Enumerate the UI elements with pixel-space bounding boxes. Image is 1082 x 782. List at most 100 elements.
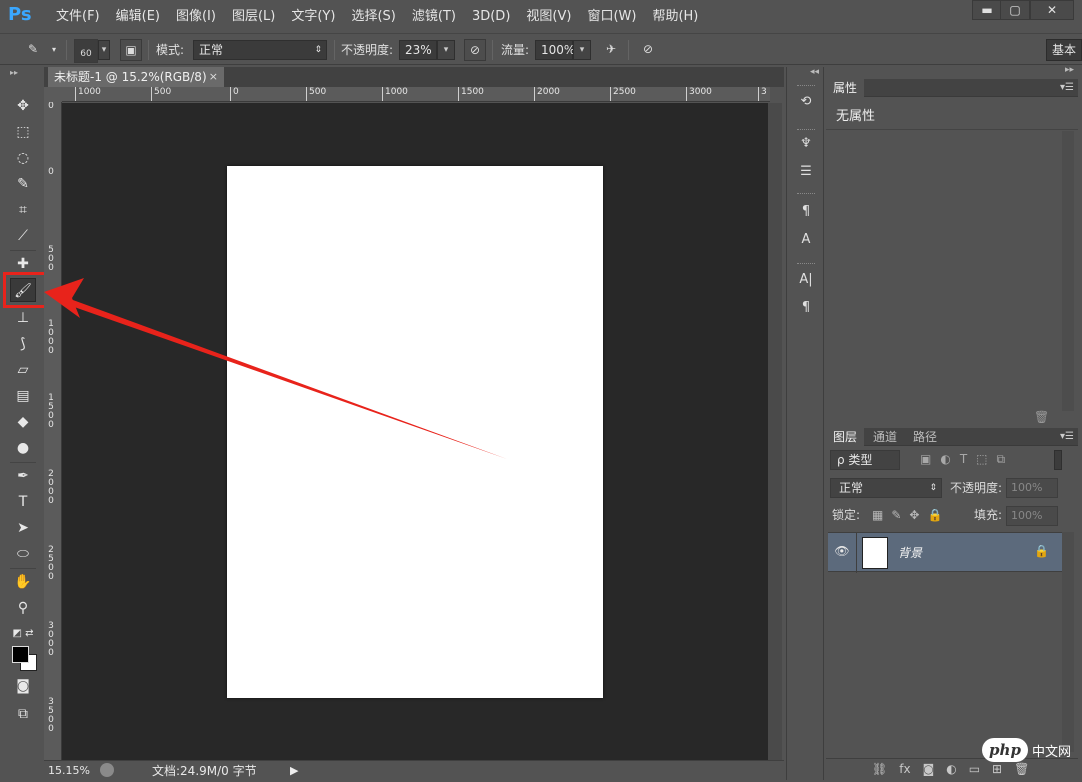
new-layer-icon[interactable]: ⊞: [992, 762, 1002, 776]
pressure-opacity-icon[interactable]: ⊘: [464, 39, 486, 61]
tab-properties[interactable]: 属性: [826, 79, 865, 97]
menu-filter[interactable]: 滤镜(T): [404, 8, 464, 26]
opacity-dropdown-icon[interactable]: ▾: [437, 40, 455, 60]
lock-position-icon[interactable]: ✥: [909, 508, 919, 522]
move-tool-icon[interactable]: ✥: [10, 94, 36, 118]
menu-image[interactable]: 图像(I): [168, 8, 224, 26]
maximize-button[interactable]: ▢: [1000, 0, 1030, 20]
lasso-tool-icon[interactable]: ◌: [10, 146, 36, 170]
stamp-tool-icon[interactable]: ⊥: [10, 306, 36, 330]
eraser-tool-icon[interactable]: ▱: [10, 358, 36, 382]
filter-toggle[interactable]: [1054, 450, 1062, 470]
menu-view[interactable]: 视图(V): [518, 8, 579, 26]
quick-mask-icon[interactable]: ◙: [10, 674, 36, 698]
layer-opacity-input[interactable]: 100%: [1006, 478, 1058, 498]
pen-tool-icon[interactable]: ✒: [10, 464, 36, 488]
paragraph-styles-panel-icon[interactable]: ¶: [795, 201, 817, 223]
document-tab[interactable]: 未标题-1 @ 15.2%(RGB/8) ×: [48, 67, 224, 87]
lock-image-icon[interactable]: ✎: [891, 508, 901, 522]
workspace-button[interactable]: 基本: [1046, 39, 1082, 61]
screen-mode-icon[interactable]: ⧉: [10, 702, 36, 726]
shape-tool-icon[interactable]: ⬭: [10, 542, 36, 566]
brush-presets-panel-icon[interactable]: ☰: [795, 161, 817, 183]
expand-panels-icon[interactable]: ▸▸: [1065, 65, 1074, 75]
tab-channels[interactable]: 通道: [866, 428, 904, 446]
menu-file[interactable]: 文件(F): [48, 8, 108, 26]
new-group-icon[interactable]: ▭: [969, 762, 980, 776]
pixel-filter-icon[interactable]: ▣: [920, 452, 931, 467]
ruler-origin[interactable]: [44, 87, 62, 102]
trash-icon[interactable]: 🗑: [1034, 410, 1049, 424]
menu-select[interactable]: 选择(S): [343, 8, 403, 26]
gradient-tool-icon[interactable]: ▤: [10, 384, 36, 408]
menu-layer[interactable]: 图层(L): [224, 8, 283, 26]
color-swatches[interactable]: [10, 642, 37, 674]
mode-select[interactable]: 正常 ⇕: [193, 40, 327, 60]
menu-edit[interactable]: 编辑(E): [108, 8, 168, 26]
add-mask-icon[interactable]: ◙: [923, 762, 935, 776]
horizontal-ruler[interactable]: 1000 500 0 500 1000 1500 2000 2500 3000 …: [62, 87, 770, 102]
close-button[interactable]: ✕: [1030, 0, 1074, 20]
marquee-tool-icon[interactable]: ⬚: [10, 120, 36, 144]
menu-3d[interactable]: 3D(D): [464, 8, 518, 26]
brush-size-dropdown-icon[interactable]: ▾: [98, 40, 110, 60]
brush-panel-toggle-icon[interactable]: ▣: [120, 39, 142, 61]
flow-dropdown-icon[interactable]: ▾: [573, 40, 591, 60]
history-brush-tool-icon[interactable]: ⟆: [10, 332, 36, 356]
pressure-size-icon[interactable]: ⊘: [637, 39, 659, 61]
layers-scrollbar[interactable]: [1062, 532, 1074, 752]
canvas-scrollbar[interactable]: [768, 103, 782, 760]
flow-input[interactable]: 100%: [535, 40, 575, 60]
toolbar-collapse-icon[interactable]: ▸▸: [10, 68, 18, 77]
zoom-level[interactable]: 15.15%: [48, 763, 92, 779]
status-info-icon[interactable]: [100, 763, 114, 777]
type-tool-icon[interactable]: T: [10, 490, 36, 514]
history-panel-icon[interactable]: ⟲: [795, 91, 817, 113]
tab-layers[interactable]: 图层: [826, 428, 865, 446]
layer-thumbnail[interactable]: [862, 537, 888, 569]
opacity-input[interactable]: 23%: [399, 40, 437, 60]
document-canvas[interactable]: [227, 166, 603, 698]
layer-row[interactable]: 👁 背景 🔒: [828, 532, 1062, 573]
lock-all-icon[interactable]: 🔒: [927, 508, 942, 522]
paragraph-panel-icon[interactable]: ¶: [795, 297, 817, 319]
tab-paths[interactable]: 路径: [906, 428, 944, 446]
blend-mode-select[interactable]: 正常 ⇕: [830, 478, 942, 498]
character-styles-panel-icon[interactable]: A: [795, 229, 817, 251]
menu-window[interactable]: 窗口(W): [579, 8, 644, 26]
adjustment-layer-icon[interactable]: ◐: [946, 762, 956, 776]
lock-transparent-icon[interactable]: ▦: [872, 508, 883, 522]
properties-scrollbar[interactable]: [1062, 131, 1074, 411]
layer-filter-select[interactable]: ρ 类型: [830, 450, 900, 470]
menu-type[interactable]: 文字(Y): [283, 8, 343, 26]
panel-menu-icon[interactable]: ▾☰: [1060, 79, 1074, 97]
character-panel-icon[interactable]: A|: [795, 269, 817, 291]
preset-dropdown-icon[interactable]: ▾: [52, 40, 56, 60]
adjustment-filter-icon[interactable]: ◐: [940, 452, 950, 467]
visibility-eye-icon[interactable]: 👁: [834, 544, 850, 560]
hand-tool-icon[interactable]: ✋: [10, 570, 36, 594]
layer-name[interactable]: 背景: [898, 544, 922, 561]
brush-size-picker[interactable]: 60: [74, 39, 98, 63]
layer-style-icon[interactable]: fx: [899, 762, 910, 776]
panel-menu-icon[interactable]: ▾☰: [1060, 428, 1074, 446]
brush-preset-icon[interactable]: ✎: [22, 39, 44, 61]
quick-select-tool-icon[interactable]: ✎: [10, 172, 36, 196]
smart-object-filter-icon[interactable]: ⧉: [997, 452, 1006, 467]
eyedropper-tool-icon[interactable]: ⟋: [10, 224, 36, 248]
close-tab-icon[interactable]: ×: [209, 67, 218, 87]
brush-panel-icon[interactable]: ♆: [795, 133, 817, 155]
crop-tool-icon[interactable]: ⌗: [10, 198, 36, 222]
type-filter-icon[interactable]: T: [960, 452, 967, 467]
link-layers-icon[interactable]: ⛓: [872, 762, 887, 776]
status-menu-arrow-icon[interactable]: ▶: [290, 763, 298, 779]
airbrush-icon[interactable]: ✈: [600, 39, 622, 61]
foreground-color-swatch[interactable]: [12, 646, 29, 663]
dodge-tool-icon[interactable]: ●: [10, 436, 36, 460]
fill-input[interactable]: 100%: [1006, 506, 1058, 526]
blur-tool-icon[interactable]: ◆: [10, 410, 36, 434]
delete-layer-icon[interactable]: 🗑: [1014, 762, 1029, 776]
shape-filter-icon[interactable]: ⬚: [976, 452, 987, 467]
minimize-button[interactable]: ▬: [972, 0, 1002, 20]
path-select-tool-icon[interactable]: ➤: [10, 516, 36, 540]
